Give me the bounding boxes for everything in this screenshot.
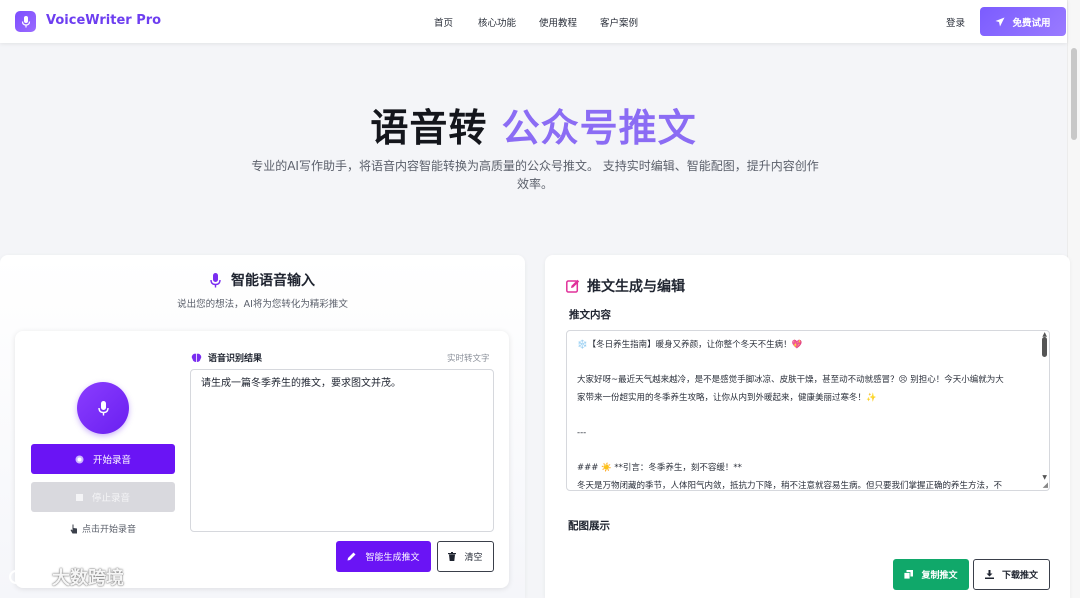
- pointer-hand-icon: [70, 524, 77, 533]
- copy-article-button[interactable]: 复制推文: [893, 559, 969, 590]
- free-trial-label: 免费试用: [1012, 17, 1051, 29]
- recognition-result-textarea[interactable]: 请生成一篇冬季养生的推文，要求图文并茂。: [190, 369, 494, 532]
- textarea-scroll-down-icon[interactable]: ▼: [1042, 474, 1047, 481]
- start-recording-label: 开始录音: [92, 455, 131, 466]
- record-hint: 点击开始录音: [31, 522, 175, 535]
- download-article-label: 下载推文: [1001, 571, 1038, 581]
- clear-label: 清空: [464, 553, 483, 563]
- article-line: 大家好呀~最近天气越来越冷，是不是感觉手脚冰凉、皮肤干燥，甚至动不动就感冒？😣 …: [577, 375, 1004, 386]
- article-line: [577, 443, 1031, 461]
- stop-recording-label: 停止录音: [91, 493, 130, 504]
- download-icon: [984, 570, 994, 579]
- brain-icon: [191, 353, 202, 362]
- hero-title-plain: 语音转: [370, 106, 502, 150]
- article-line: 家带来一份超实用的冬季养生攻略，让你从内到外暖起来，健康美丽过寒冬！✨: [577, 392, 877, 403]
- top-navbar: VoiceWriter Pro 首页 核心功能 使用教程 客户案例 登录 免费试…: [0, 0, 1067, 43]
- hero-subtitle: 专业的AI写作助手，将语音内容智能转换为高质量的公众号推文。 支持实时编辑、智能…: [251, 159, 819, 191]
- free-trial-button[interactable]: 免费试用: [980, 7, 1066, 36]
- nav-home[interactable]: 首页: [434, 15, 453, 29]
- pencil-icon: [347, 552, 356, 561]
- recorder-card: 开始录音 停止录音 点击开始录音 语音识别结果 实时转文字 请生成一篇冬季养生的…: [15, 331, 509, 588]
- copy-article-label: 复制推文: [921, 571, 958, 581]
- copy-icon: [904, 570, 914, 579]
- start-recording-button[interactable]: 开始录音: [31, 444, 175, 474]
- article-line: ❄️【冬日养生指南】暖身又养颜，让你整个冬天不生病！💖: [577, 340, 803, 350]
- watermark-text: 大数跨境: [52, 568, 124, 589]
- voice-panel-subtitle: 说出您的想法，AI将为您转化为精彩推文: [177, 299, 348, 310]
- stop-square-icon: [75, 493, 83, 501]
- rocket-icon: [995, 17, 1005, 26]
- generate-article-button[interactable]: 智能生成推文: [336, 541, 431, 572]
- article-editor-panel: 推文生成与编辑 推文内容 ❄️【冬日养生指南】暖身又养颜，让你整个冬天不生病！💖…: [545, 255, 1070, 598]
- generate-article-label: 智能生成推文: [365, 553, 420, 563]
- nav-tutorial[interactable]: 使用教程: [539, 15, 577, 29]
- article-line: [577, 355, 1031, 373]
- recognition-result-text: 语音识别结果: [208, 354, 263, 364]
- trash-icon: [448, 552, 457, 561]
- login-link[interactable]: 登录: [946, 15, 965, 29]
- record-hint-text: 点击开始录音: [81, 525, 136, 535]
- recognition-result-label: 语音识别结果: [191, 351, 262, 364]
- article-line: ---: [577, 427, 587, 438]
- edit-square-icon: [566, 279, 580, 293]
- hero-title-accent: 公众号推文: [501, 106, 697, 150]
- stop-recording-button[interactable]: 停止录音: [31, 482, 175, 512]
- microphone-icon: [210, 272, 221, 287]
- editor-panel-title-text: 推文生成与编辑: [587, 279, 685, 295]
- brand-name[interactable]: VoiceWriter Pro: [46, 13, 161, 28]
- textarea-scrollbar-thumb[interactable]: [1042, 337, 1047, 357]
- watermark-logo-icon: [9, 567, 45, 584]
- record-mic-button[interactable]: [77, 382, 129, 434]
- article-line: ### ☀️ **引言：冬季养生，刻不容缓！**: [577, 463, 742, 474]
- nav-features[interactable]: 核心功能: [478, 15, 516, 29]
- article-text: ❄️【冬日养生指南】暖身又养颜，让你整个冬天不生病！💖 大家好呀~最近天气越来越…: [577, 337, 1031, 491]
- voice-panel-title-text: 智能语音输入: [231, 273, 315, 289]
- article-line: [577, 407, 1031, 425]
- nav-cases[interactable]: 客户案例: [600, 15, 638, 29]
- hero-title: 语音转 公众号推文: [0, 97, 1067, 152]
- voice-input-panel: 智能语音输入 说出您的想法，AI将为您转化为精彩推文 开始录音 停止录音 点击开…: [0, 255, 525, 598]
- image-preview-label: 配图展示: [568, 520, 610, 532]
- logo-mic-icon[interactable]: [15, 11, 36, 32]
- resize-grip-icon[interactable]: ◢: [1043, 481, 1048, 489]
- realtime-tag: 实时转文字: [447, 354, 490, 364]
- article-content-label: 推文内容: [569, 309, 611, 321]
- record-dot-icon: [75, 455, 84, 463]
- page-scrollbar-thumb[interactable]: [1071, 48, 1077, 140]
- article-content-textarea[interactable]: ❄️【冬日养生指南】暖身又养颜，让你整个冬天不生病！💖 大家好呀~最近天气越来越…: [566, 330, 1050, 491]
- article-line: 冬天是万物闭藏的季节，人体阳气内敛，抵抗力下降，稍不注意就容易生病。但只要我们掌…: [577, 480, 1003, 491]
- clear-button[interactable]: 清空: [437, 541, 494, 572]
- voice-panel-title: 智能语音输入: [0, 270, 525, 290]
- watermark: 大数跨境: [8, 564, 124, 590]
- editor-panel-title: 推文生成与编辑: [566, 276, 685, 296]
- download-article-button[interactable]: 下载推文: [973, 559, 1050, 590]
- microphone-icon: [97, 400, 109, 415]
